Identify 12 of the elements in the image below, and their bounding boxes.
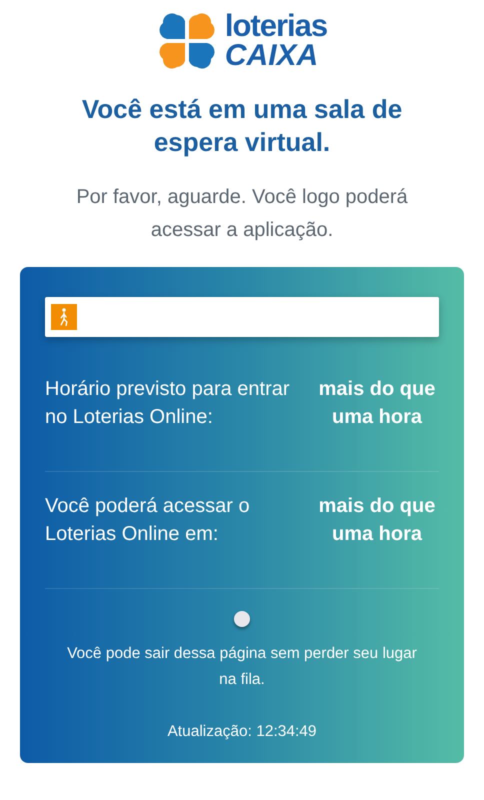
update-time: Atualização: 12:34:49 [166, 723, 318, 741]
row-value: mais do que uma hora [318, 377, 436, 430]
logo-word: CAIXA [224, 41, 320, 71]
page-title: Você está em uma sala de espera virtual. [80, 93, 404, 159]
row-label: Horário previsto para entrar no Loterias Online: [45, 377, 291, 430]
row-value: mais do que uma hora [318, 494, 436, 547]
info-text: Você pode sair dessa página sem perder seu lugar na fila. [66, 644, 418, 690]
row-label: Você poderá acessar o Loterias Online em: [45, 494, 251, 547]
subtitle-text: Por favor, aguarde. Você logo poderá acessar a aplicação. [75, 185, 409, 243]
loading-dot [234, 611, 250, 627]
clover-icon [156, 10, 217, 70]
logo-word: loterias [224, 10, 328, 41]
